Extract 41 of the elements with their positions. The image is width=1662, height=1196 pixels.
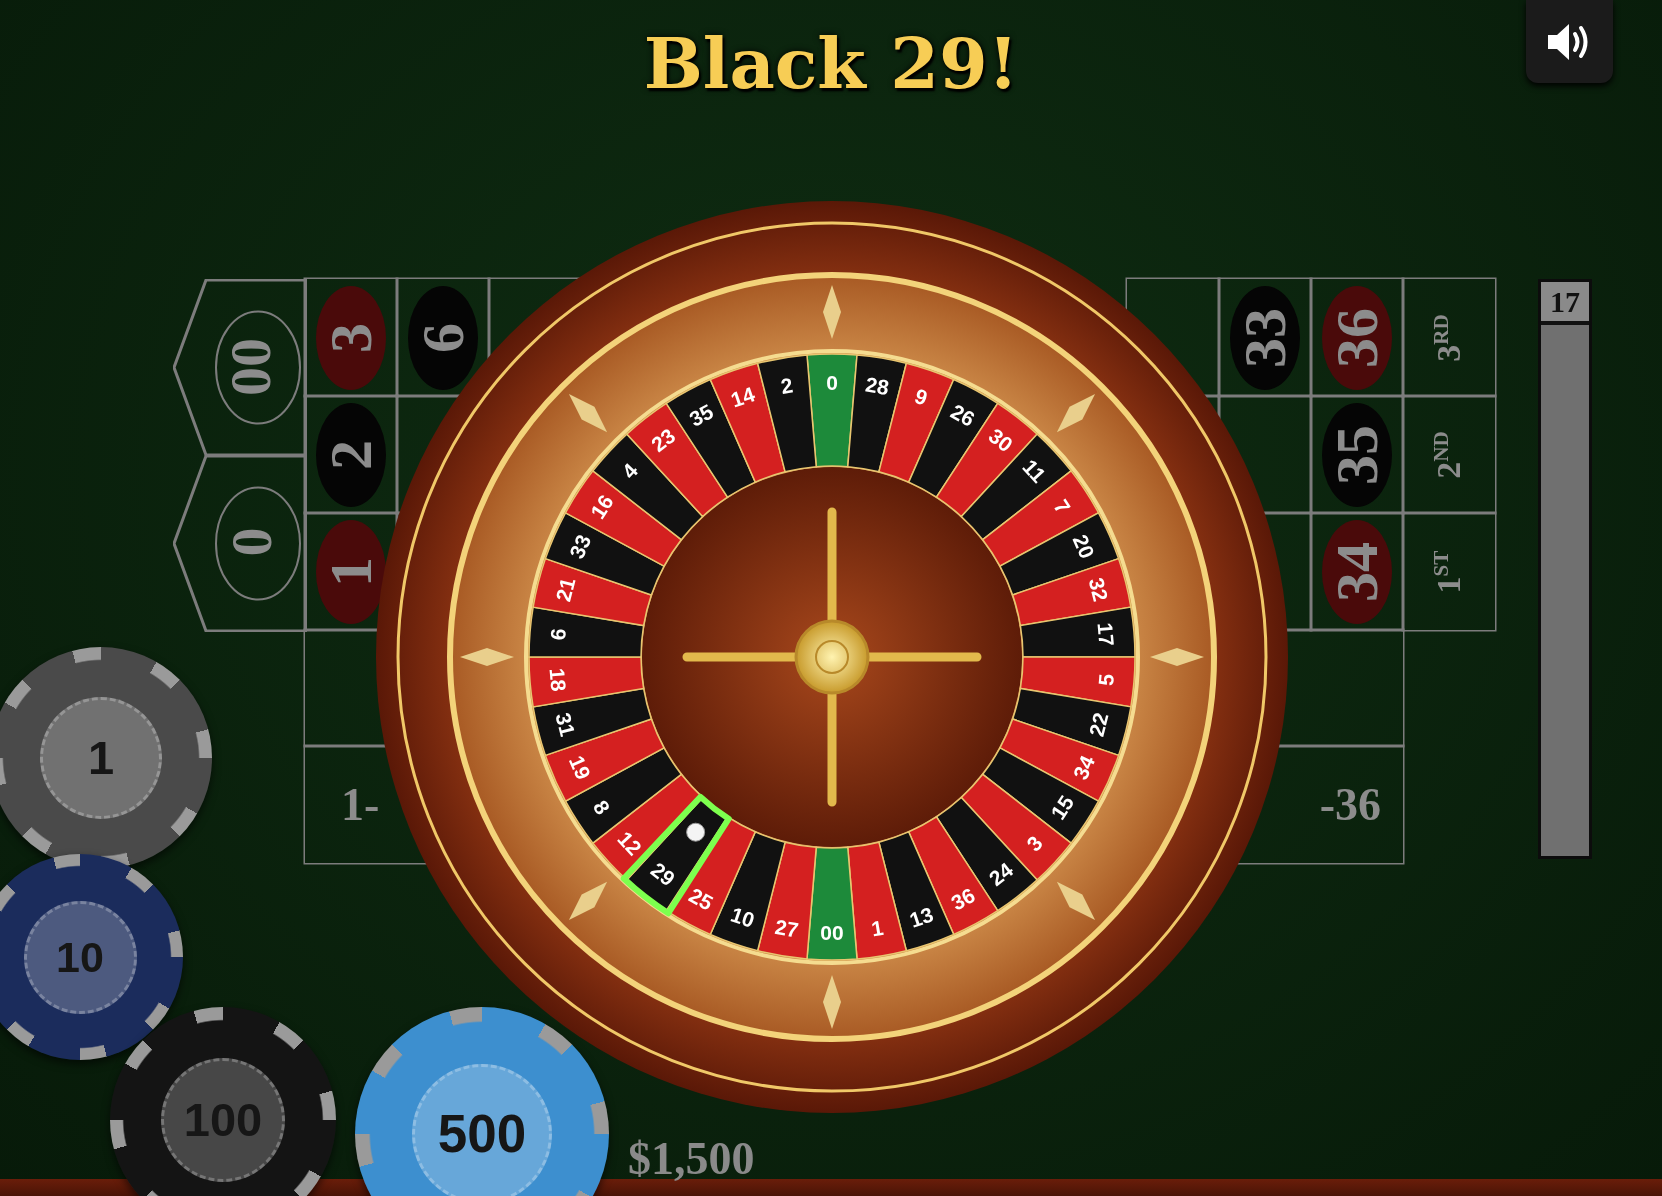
pocket-number: 6 [546,627,570,642]
pocket-number: 00 [820,920,844,944]
pocket-number: 3 [1021,831,1047,856]
pocket-number: 34 [1068,752,1100,783]
pocket-number: 4 [617,458,643,483]
pocket-number: 11 [1018,454,1051,487]
pocket-number: 26 [947,399,979,431]
pocket-number: 25 [685,883,717,915]
pocket-number: 12 [613,826,647,860]
pocket-number: 9 [912,384,931,410]
pocket-number: 20 [1068,531,1100,562]
pocket-number: 28 [863,372,891,399]
pocket-number: 21 [551,575,580,604]
pocket-number: 15 [1046,791,1079,824]
pocket-number: 8 [588,796,615,819]
pocket-number: 32 [1084,575,1113,604]
pocket-number: 10 [727,902,758,932]
pocket-number: 16 [585,490,618,523]
pocket-number: 7 [1049,495,1076,518]
pocket-number: 14 [727,382,758,412]
pocket-number: 5 [1094,672,1118,687]
pocket-number: 0 [826,370,838,394]
pocket-number: 24 [984,857,1018,891]
pocket-number: 35 [685,399,717,431]
result-title: Black 29! [643,22,1019,106]
pocket-number: 1 [869,915,885,941]
pocket-number: 31 [551,710,580,739]
pocket-number: 33 [564,531,596,562]
pocket-number: 19 [564,752,596,783]
pocket-number: 2 [779,373,795,399]
pocket-number: 30 [984,423,1018,457]
pocket-number: 22 [1084,710,1113,739]
pocket-number: 29 [646,857,680,891]
pocket-number: 13 [906,902,937,932]
balance-amount: $1,500 [628,1132,755,1186]
pocket-number: 17 [1093,621,1119,647]
history-number: 17 [1541,282,1589,325]
pocket-number: 18 [545,667,571,693]
pocket-number: 23 [646,423,680,457]
pocket-number: 27 [773,915,801,942]
pocket-number: 36 [947,883,979,915]
